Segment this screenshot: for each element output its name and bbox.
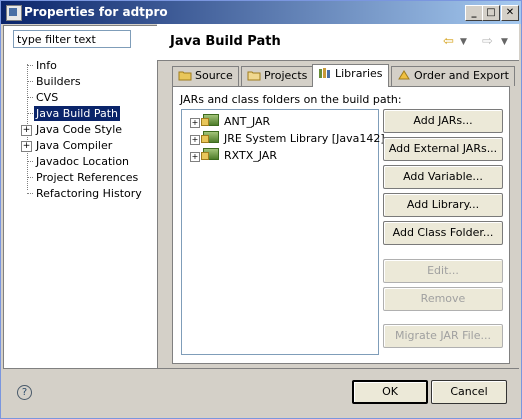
library-label: JRE System Library [Java142] bbox=[224, 132, 385, 145]
add-library-button[interactable]: Add Library... bbox=[383, 193, 503, 217]
tab-label: Libraries bbox=[335, 67, 383, 80]
sidebar-item-info[interactable]: Info bbox=[34, 58, 59, 73]
tab-label: Order and Export bbox=[414, 69, 509, 82]
tab-projects[interactable]: Projects bbox=[241, 66, 314, 86]
expand-icon[interactable]: + bbox=[21, 141, 32, 152]
back-arrow-icon[interactable]: ⇦ bbox=[443, 34, 454, 49]
add-variable-button[interactable]: Add Variable... bbox=[383, 165, 503, 189]
add-class-folder-button[interactable]: Add Class Folder... bbox=[383, 221, 503, 245]
tab-libraries[interactable]: Libraries bbox=[312, 64, 389, 87]
tab-bar: Source Projects Libraries Order and Expo… bbox=[172, 64, 515, 87]
libraries-icon bbox=[319, 68, 330, 78]
forward-arrow-icon[interactable]: ⇨ bbox=[482, 34, 493, 49]
migrate-jar-button[interactable]: Migrate JAR File... bbox=[383, 324, 503, 348]
cancel-button[interactable]: Cancel bbox=[431, 380, 507, 404]
libraries-panel: JARs and class folders on the build path… bbox=[172, 86, 510, 364]
filter-input[interactable] bbox=[13, 30, 131, 48]
minimize-button[interactable]: _ bbox=[465, 5, 483, 21]
back-menu-icon[interactable]: ▼ bbox=[460, 37, 467, 47]
sidebar-item-builders[interactable]: Builders bbox=[34, 74, 83, 89]
ok-button[interactable]: OK bbox=[352, 380, 428, 404]
library-label: ANT_JAR bbox=[224, 115, 271, 128]
tab-label: Projects bbox=[264, 69, 308, 82]
list-item[interactable]: + JRE System Library [Java142] bbox=[190, 131, 385, 147]
source-folder-icon bbox=[178, 71, 192, 81]
expand-icon[interactable]: + bbox=[21, 125, 32, 136]
page-header: Java Build Path ⇦ ▼ ⇨ ▼ bbox=[157, 24, 519, 60]
projects-icon bbox=[247, 71, 261, 81]
jar-icon bbox=[201, 148, 219, 160]
tree-connector bbox=[27, 161, 33, 162]
build-path-label: JARs and class folders on the build path… bbox=[180, 93, 402, 106]
forward-menu-icon[interactable]: ▼ bbox=[501, 37, 508, 47]
title-bar[interactable]: Properties for adtpro _ □ ✕ bbox=[1, 1, 521, 24]
expand-icon[interactable]: + bbox=[190, 135, 200, 145]
sidebar-item-refactoring-history[interactable]: Refactoring History bbox=[34, 186, 144, 201]
order-export-icon bbox=[398, 70, 410, 80]
remove-button[interactable]: Remove bbox=[383, 287, 503, 311]
list-item[interactable]: + RXTX_JAR bbox=[190, 148, 277, 164]
tab-label: Source bbox=[195, 69, 233, 82]
edit-button[interactable]: Edit... bbox=[383, 259, 503, 283]
add-external-jars-button[interactable]: Add External JARs... bbox=[383, 137, 503, 161]
header-divider bbox=[157, 60, 519, 61]
help-icon[interactable]: ? bbox=[17, 385, 32, 400]
maximize-button[interactable]: □ bbox=[482, 5, 500, 21]
tree-connector bbox=[27, 113, 33, 114]
tree-connector bbox=[27, 65, 33, 66]
sidebar-item-javadoc-location[interactable]: Javadoc Location bbox=[34, 154, 131, 169]
tree-connector bbox=[27, 97, 33, 98]
window-icon bbox=[6, 5, 22, 21]
page-title: Java Build Path bbox=[170, 34, 281, 49]
footer-divider bbox=[3, 368, 519, 369]
window-title: Properties for adtpro bbox=[24, 5, 168, 19]
tab-order-and-export[interactable]: Order and Export bbox=[391, 66, 515, 86]
expand-icon[interactable]: + bbox=[190, 152, 200, 162]
tree-connector bbox=[27, 81, 33, 82]
tree-connector bbox=[27, 177, 33, 178]
add-jars-button[interactable]: Add JARs... bbox=[383, 109, 503, 133]
library-icon bbox=[201, 131, 219, 143]
tree-connector bbox=[27, 193, 33, 194]
sidebar-item-cvs[interactable]: CVS bbox=[34, 90, 60, 105]
jar-icon bbox=[201, 114, 219, 126]
library-label: RXTX_JAR bbox=[224, 149, 277, 162]
tab-source[interactable]: Source bbox=[172, 66, 239, 86]
sidebar-item-java-compiler[interactable]: Java Compiler bbox=[34, 138, 114, 153]
close-button[interactable]: ✕ bbox=[501, 5, 519, 21]
sidebar-item-java-code-style[interactable]: Java Code Style bbox=[34, 122, 124, 137]
library-list[interactable]: + ANT_JAR + JRE System Library [Java142] +… bbox=[181, 109, 385, 355]
sidebar-item-project-references[interactable]: Project References bbox=[34, 170, 140, 185]
list-item[interactable]: + ANT_JAR bbox=[190, 114, 270, 130]
sidebar: Info Builders CVS Java Build Path + Java… bbox=[3, 25, 158, 369]
sidebar-item-java-build-path[interactable]: Java Build Path bbox=[34, 106, 121, 121]
expand-icon[interactable]: + bbox=[190, 118, 200, 128]
